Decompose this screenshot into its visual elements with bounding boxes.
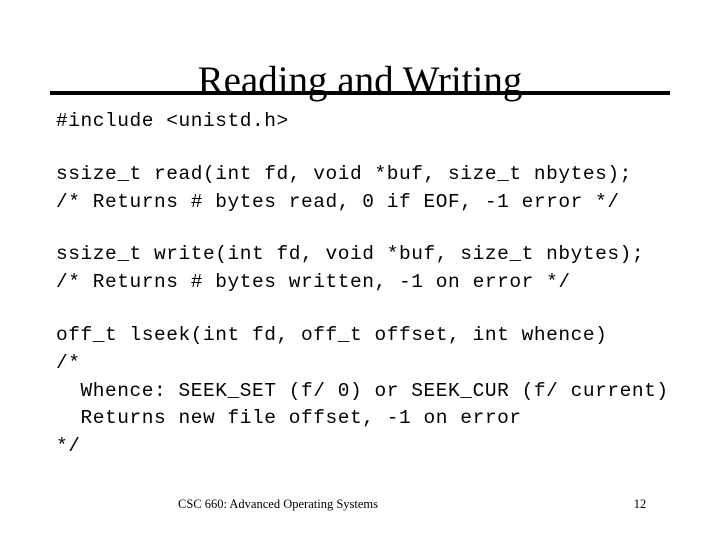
code-line: #include <unistd.h> <box>56 110 289 132</box>
code-line: ssize_t write(int fd, void *buf, size_t … <box>56 243 645 266</box>
code-line: Returns new file offset, -1 on error <box>56 407 522 430</box>
page-title: Reading and Writing <box>197 59 523 103</box>
code-line: Whence: SEEK_SET (f/ 0) or SEEK_CUR (f/ … <box>56 379 669 402</box>
code-line: */ <box>56 435 81 458</box>
title-divider <box>50 91 670 95</box>
code-line: off_t lseek(int fd, off_t offset, int wh… <box>56 323 608 346</box>
code-line: ssize_t read(int fd, void *buf, size_t n… <box>56 162 632 185</box>
code-line: /* Returns # bytes written, -1 on error … <box>56 271 571 294</box>
footer-page-number: 12 <box>633 497 647 511</box>
footer-course-label: CSC 660: Advanced Operating Systems <box>178 497 378 511</box>
code-line: /* Returns # bytes read, 0 if EOF, -1 er… <box>56 190 620 213</box>
code-line: /* <box>56 351 81 374</box>
slide: Reading and Writing #include <unistd.h> … <box>0 0 720 540</box>
code-block: #include <unistd.h> ssize_t read(int fd,… <box>56 108 696 461</box>
